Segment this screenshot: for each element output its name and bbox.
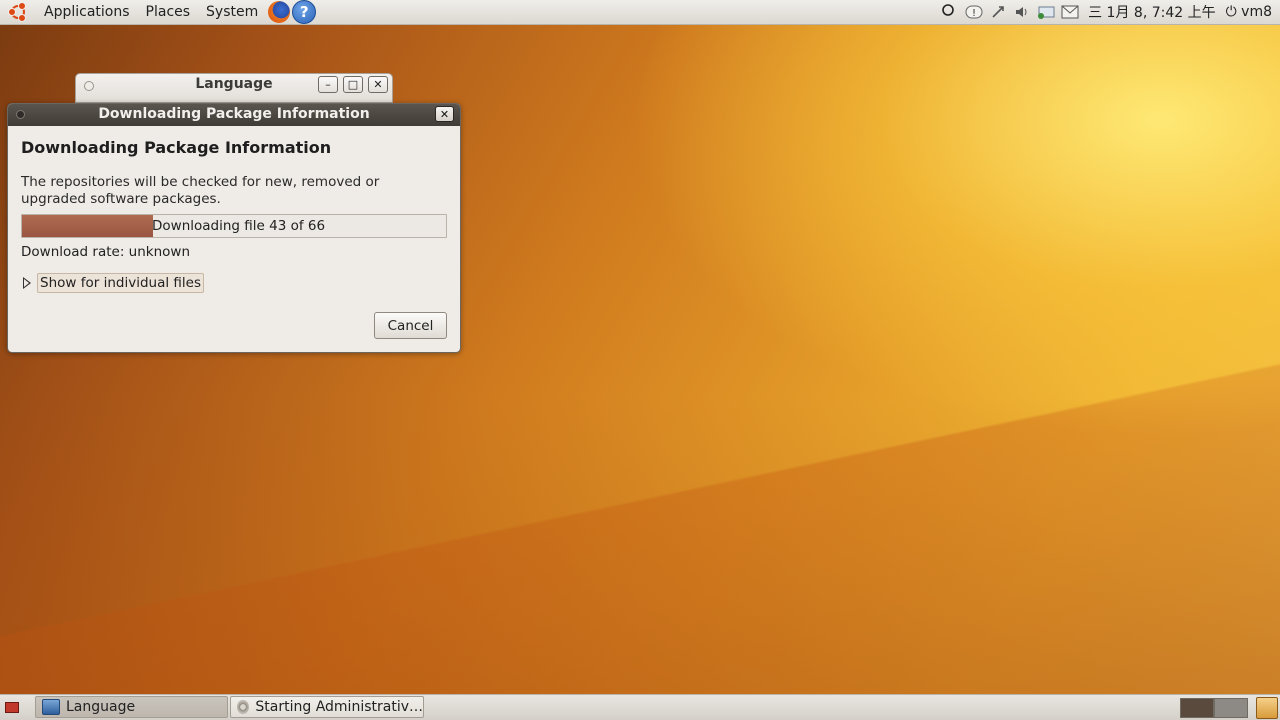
- taskbar-item-label: Language: [66, 699, 136, 715]
- language-window[interactable]: Language – □ ✕: [75, 73, 393, 103]
- cancel-button[interactable]: Cancel: [374, 312, 447, 339]
- dialog-heading: Downloading Package Information: [21, 138, 332, 157]
- workspace-1[interactable]: [1180, 698, 1214, 718]
- network-icon[interactable]: [986, 0, 1010, 24]
- dialog-titlebar[interactable]: Downloading Package Information ✕: [8, 104, 460, 126]
- taskbar-item-language[interactable]: Language: [35, 696, 228, 718]
- minimize-button[interactable]: –: [318, 76, 338, 93]
- workspace-switcher[interactable]: [1180, 698, 1248, 718]
- menu-places[interactable]: Places: [138, 4, 199, 20]
- dialog-close-button[interactable]: ✕: [435, 106, 454, 122]
- power-icon: ⏻: [1225, 4, 1237, 20]
- close-button[interactable]: ✕: [368, 76, 388, 93]
- show-desktop-button[interactable]: [2, 698, 22, 716]
- bottom-panel: Language Starting Administrativ…: [0, 694, 1280, 720]
- expander-label[interactable]: Show for individual files: [37, 273, 204, 293]
- download-progress-bar: Downloading file 43 of 66: [21, 214, 447, 238]
- trash-icon[interactable]: [1256, 697, 1278, 719]
- svg-text:!: !: [972, 8, 976, 19]
- dialog-description: The repositories will be checked for new…: [21, 174, 380, 207]
- top-panel: Applications Places System ? ! 三 1月 8, 7…: [0, 0, 1280, 25]
- workspace-2[interactable]: [1214, 698, 1248, 718]
- show-desktop-icon: [5, 701, 19, 713]
- dialog-title: Downloading Package Information: [98, 106, 370, 122]
- taskbar-item-starting-admin[interactable]: Starting Administrativ…: [230, 696, 424, 718]
- ubuntu-logo-icon[interactable]: [8, 2, 28, 22]
- individual-files-expander[interactable]: Show for individual files: [23, 273, 204, 293]
- clock[interactable]: 三 1月 8, 7:42 上午: [1082, 2, 1226, 22]
- main-menu: Applications Places System ?: [0, 0, 317, 24]
- search-icon[interactable]: [938, 0, 962, 24]
- progress-text: Downloading file 43 of 66: [152, 218, 326, 234]
- user-menu[interactable]: ⏻ vm8: [1226, 4, 1280, 20]
- progress-fill: [22, 215, 154, 237]
- gear-icon: [237, 700, 250, 714]
- user-name: vm8: [1241, 4, 1272, 20]
- mail-icon[interactable]: [1058, 0, 1082, 24]
- volume-icon[interactable]: [1010, 0, 1034, 24]
- taskbar-item-label: Starting Administrativ…: [255, 699, 423, 715]
- firefox-icon[interactable]: [268, 1, 291, 23]
- maximize-button[interactable]: □: [343, 76, 363, 93]
- update-icon[interactable]: [1034, 0, 1058, 24]
- help-icon[interactable]: ?: [292, 0, 317, 24]
- info-icon[interactable]: !: [962, 0, 986, 24]
- download-dialog: Downloading Package Information ✕ Downlo…: [7, 103, 461, 353]
- cancel-label: Cancel: [387, 317, 434, 334]
- menu-applications[interactable]: Applications: [36, 4, 138, 20]
- system-tray: ! 三 1月 8, 7:42 上午 ⏻ vm8: [938, 0, 1280, 24]
- expander-arrow-icon[interactable]: [23, 277, 31, 289]
- download-rate: Download rate: unknown: [21, 244, 191, 260]
- language-app-icon: [42, 699, 60, 715]
- menu-system[interactable]: System: [198, 4, 266, 20]
